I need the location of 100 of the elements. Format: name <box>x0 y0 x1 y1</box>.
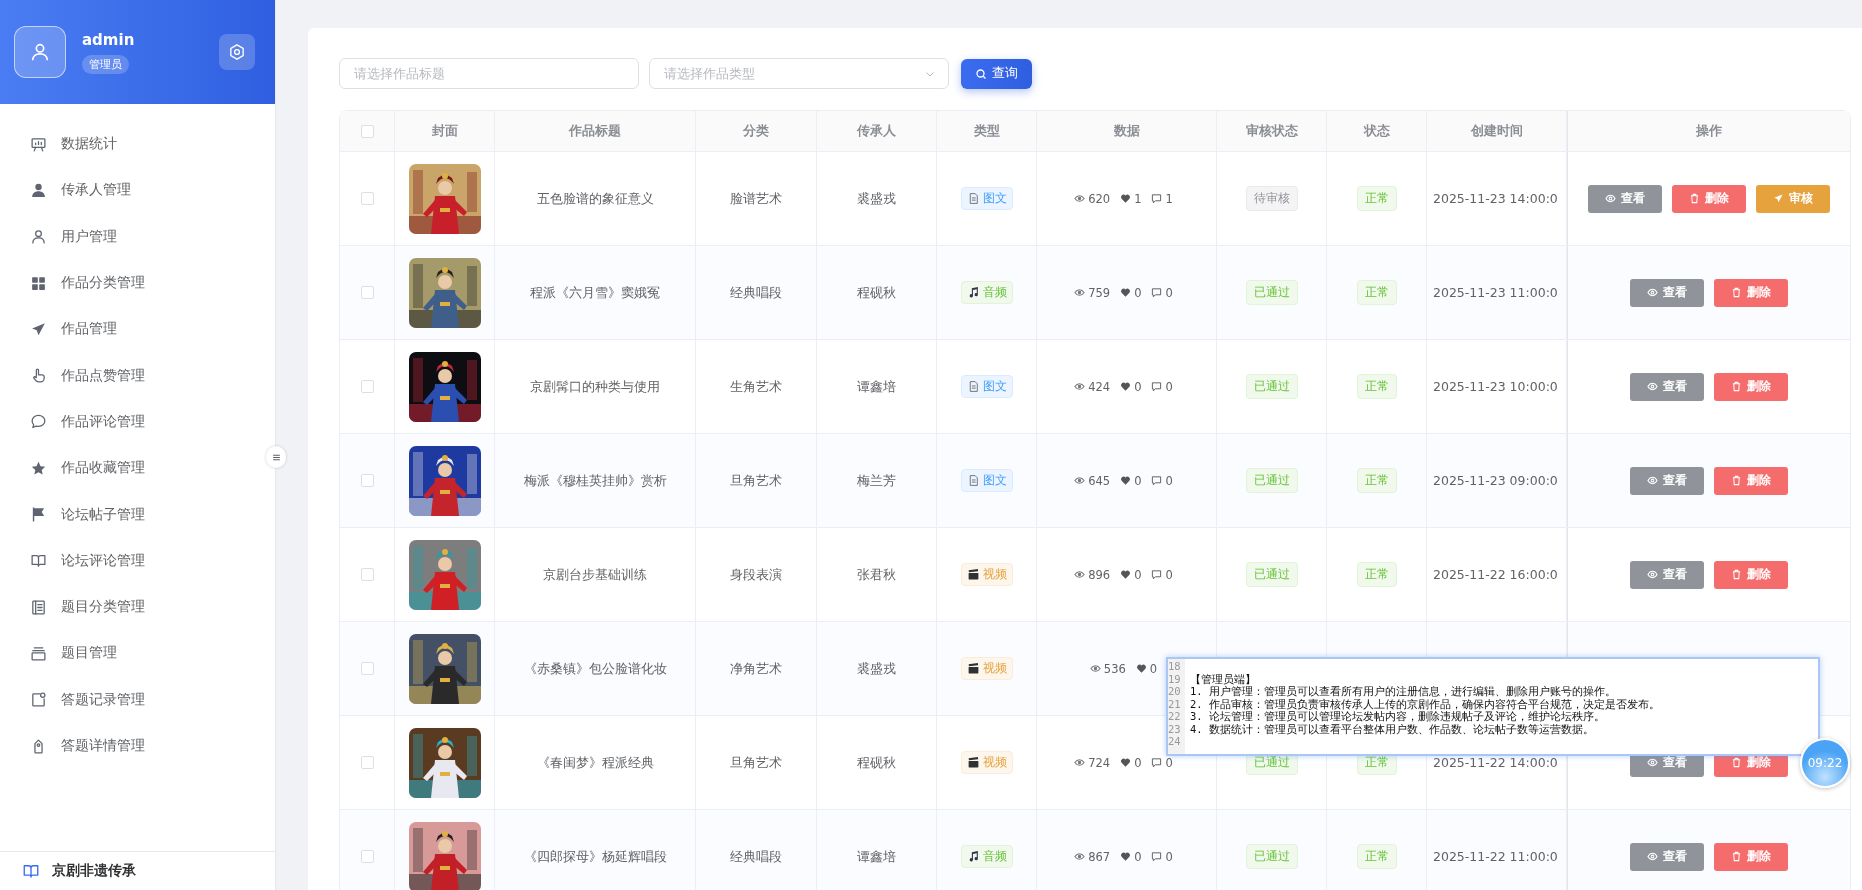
view-button[interactable]: 查看 <box>1630 560 1704 589</box>
menu-item[interactable]: 作品分类管理 <box>0 259 275 307</box>
table-cell: 2025-11-23 10:00:0 <box>1433 379 1558 394</box>
comment-icon <box>1151 287 1163 298</box>
eye-icon <box>1647 381 1658 392</box>
table-cell: 裘盛戎 <box>817 622 937 715</box>
eye-icon <box>1074 381 1086 392</box>
delete-button[interactable]: 删除 <box>1714 372 1788 401</box>
stat-count: 724 <box>1088 755 1111 770</box>
row-checkbox[interactable] <box>360 662 374 675</box>
view-button[interactable]: 查看 <box>1630 372 1704 401</box>
line-number: 19 <box>1168 672 1182 685</box>
collapse-handle[interactable] <box>266 446 286 468</box>
row-checkbox[interactable] <box>360 286 374 299</box>
review-button[interactable]: 审核 <box>1756 184 1830 213</box>
comment-icon <box>1151 569 1163 580</box>
eye-icon <box>1074 569 1086 580</box>
menu-item[interactable]: 论坛帖子管理 <box>0 491 275 538</box>
type-tag: 图文 <box>960 187 1013 210</box>
settings-button[interactable] <box>219 34 255 70</box>
column-header: 创建时间 <box>1427 111 1567 151</box>
eye-icon <box>1074 851 1086 862</box>
status-tag: 正常 <box>1356 562 1397 587</box>
stat-count: 0 <box>1165 473 1173 488</box>
row-checkbox[interactable] <box>360 850 374 863</box>
heart-icon <box>1120 475 1132 486</box>
table-cell: 生角艺术 <box>696 340 817 433</box>
heart-icon <box>1120 757 1132 768</box>
eye-icon <box>1647 851 1658 862</box>
heart-icon <box>1120 569 1132 580</box>
column-header: 封面 <box>395 111 495 151</box>
heart-icon <box>1120 193 1132 204</box>
stat-count: 0 <box>1165 567 1173 582</box>
pointing-hand-icon <box>30 367 47 385</box>
clapperboard-icon <box>966 756 980 769</box>
eye-icon <box>1074 475 1086 486</box>
table-cell: 程派《六月雪》窦娥冤 <box>495 246 696 339</box>
menu-item[interactable]: 作品管理 <box>0 306 275 353</box>
row-checkbox[interactable] <box>360 756 374 769</box>
menu-item[interactable]: 传承人管理 <box>0 167 275 214</box>
menu-item[interactable]: 论坛评论管理 <box>0 537 275 584</box>
stat-count: 0 <box>1134 755 1142 770</box>
delete-button[interactable]: 删除 <box>1714 278 1788 307</box>
stat-count: 0 <box>1134 849 1142 864</box>
search-icon <box>975 67 987 80</box>
paper-plane-icon <box>30 320 47 338</box>
menu-item[interactable]: 作品点赞管理 <box>0 352 275 399</box>
stat-count: 0 <box>1165 849 1173 864</box>
table-cell: 张君秋 <box>817 528 937 621</box>
delete-button[interactable]: 删除 <box>1714 842 1788 871</box>
stat-count: 1 <box>1134 191 1142 206</box>
delete-button[interactable]: 删除 <box>1714 466 1788 495</box>
stat-count: 867 <box>1088 849 1111 864</box>
table-cell: 裘盛戎 <box>817 152 937 245</box>
heart-icon <box>1120 287 1132 298</box>
star-icon <box>30 459 47 477</box>
view-button[interactable]: 查看 <box>1588 184 1662 213</box>
eye-icon <box>1647 287 1658 298</box>
menu-item[interactable]: 答题记录管理 <box>0 676 275 723</box>
table-cell: 净角艺术 <box>696 622 817 715</box>
title-field[interactable]: 请选择作品标题 <box>339 58 639 89</box>
stat-count: 759 <box>1088 285 1111 300</box>
menu-item[interactable]: 答题详情管理 <box>0 722 275 770</box>
view-button[interactable]: 查看 <box>1630 466 1704 495</box>
table-cell: 谭鑫培 <box>817 810 937 890</box>
view-button[interactable]: 查看 <box>1630 278 1704 307</box>
app-name: 京剧非遗传承 <box>52 862 136 880</box>
avatar-icon <box>29 41 51 63</box>
heart-icon <box>1120 851 1132 862</box>
select-all-checkbox[interactable] <box>360 124 374 138</box>
trash-icon <box>1731 381 1742 392</box>
row-checkbox[interactable] <box>360 474 374 487</box>
type-tag: 视频 <box>960 751 1013 774</box>
menu-item[interactable]: 数据统计 <box>0 121 275 168</box>
row-checkbox[interactable] <box>360 380 374 393</box>
code-line: 4. 数据统计：管理员可以查看平台整体用户数、作品数、论坛帖子数等运营数据。 <box>1190 722 1595 735</box>
row-checkbox[interactable] <box>360 192 374 205</box>
table-cell: 旦角艺术 <box>696 434 817 527</box>
menu-item[interactable]: 用户管理 <box>0 213 275 260</box>
row-checkbox[interactable] <box>360 568 374 581</box>
stat-count: 1 <box>1165 191 1173 206</box>
column-header: 类型 <box>937 111 1037 151</box>
view-button[interactable]: 查看 <box>1630 842 1704 871</box>
search-button[interactable]: 查询 <box>961 58 1032 89</box>
comment-icon <box>1151 475 1163 486</box>
delete-button[interactable]: 删除 <box>1714 560 1788 589</box>
trash-icon <box>1689 193 1700 204</box>
menu-item[interactable]: 题目管理 <box>0 630 275 677</box>
table-cell: 2025-11-23 09:00:0 <box>1433 473 1558 488</box>
menu-item[interactable]: 作品评论管理 <box>0 398 275 446</box>
delete-button[interactable]: 删除 <box>1672 184 1746 213</box>
table-cell: 《赤桑镇》包公脸谱化妆 <box>495 622 696 715</box>
comment-icon <box>1151 757 1163 768</box>
line-number: 23 <box>1168 722 1182 735</box>
column-header: 操作 <box>1567 111 1850 151</box>
column-header: 传承人 <box>817 111 937 151</box>
type-tag: 音频 <box>960 281 1013 304</box>
stat-count: 645 <box>1088 473 1111 488</box>
menu-item[interactable]: 题目分类管理 <box>0 583 275 631</box>
type-select[interactable]: 请选择作品类型 <box>649 58 949 89</box>
